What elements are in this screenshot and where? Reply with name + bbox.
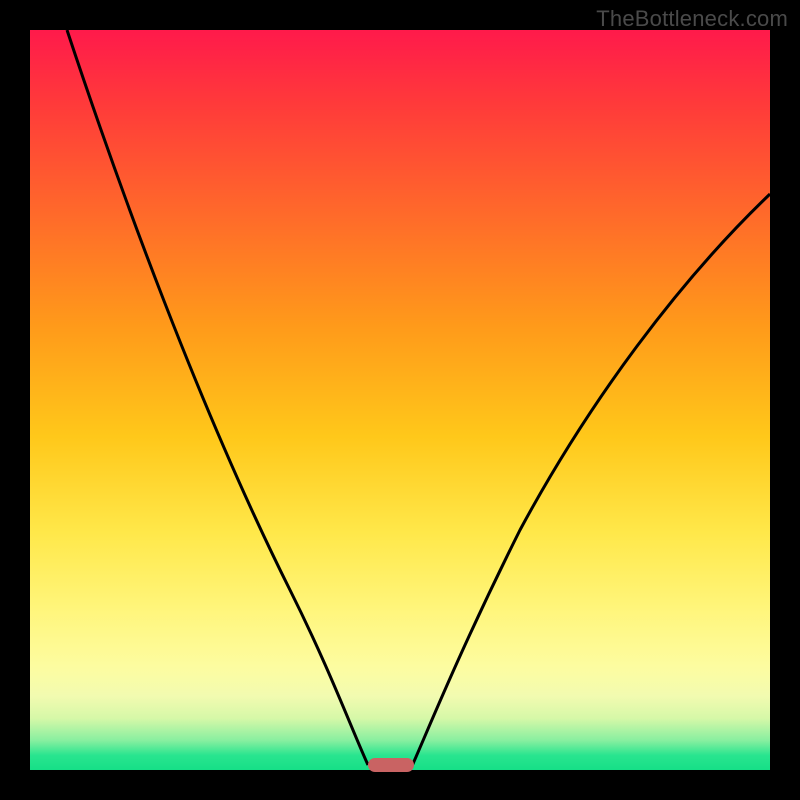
chart-frame: TheBottleneck.com [0,0,800,800]
bottleneck-marker [368,758,414,772]
plot-area [30,30,770,770]
left-curve [67,30,368,765]
curve-layer [30,30,770,770]
watermark-text: TheBottleneck.com [596,6,788,32]
right-curve [412,194,770,766]
